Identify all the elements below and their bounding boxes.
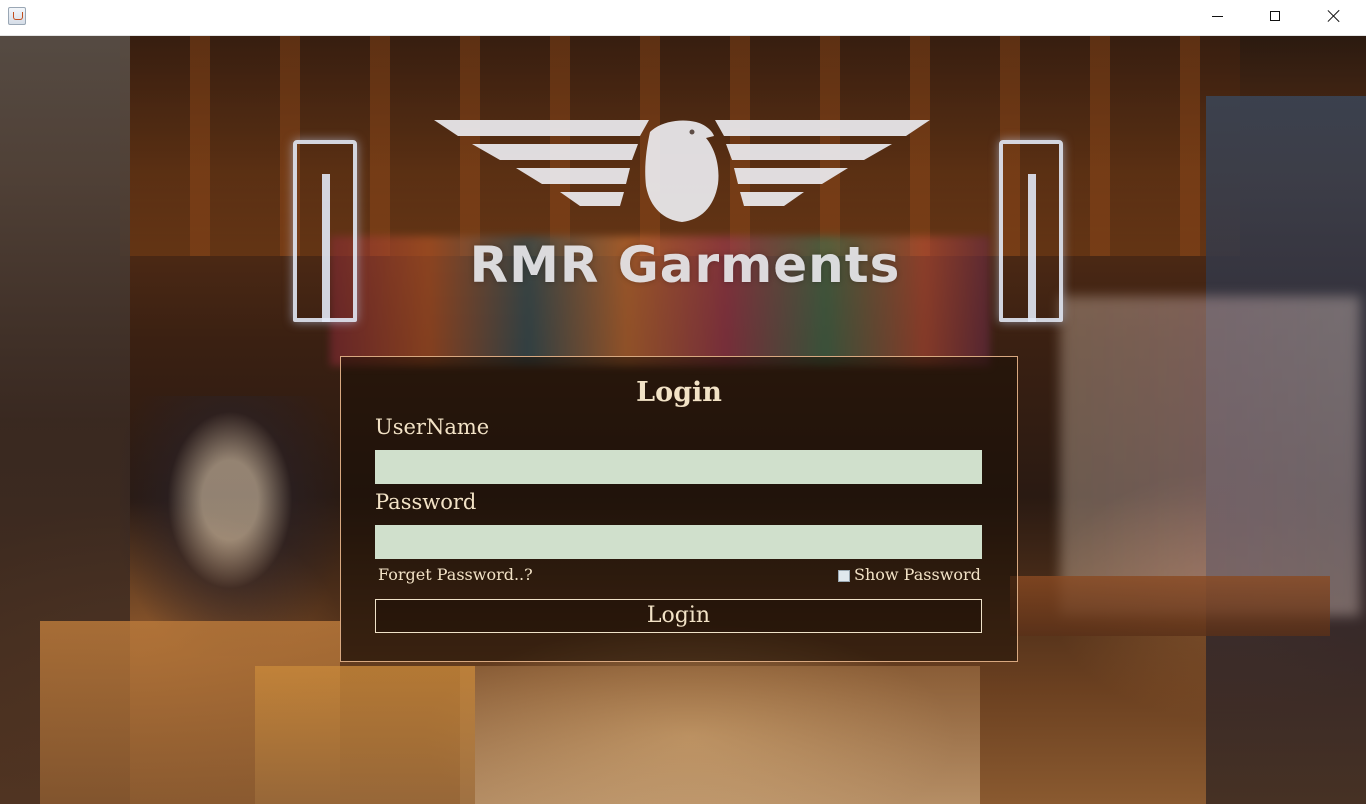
title-bar <box>0 0 1366 36</box>
minimize-icon <box>1212 16 1223 17</box>
login-title: Login <box>636 377 722 408</box>
username-label: UserName <box>375 415 490 439</box>
neon-pants-sign-left <box>293 140 357 322</box>
password-input[interactable] <box>375 525 982 559</box>
java-coffee-cup-icon <box>8 7 26 25</box>
eagle-wings-icon <box>434 120 930 222</box>
maximize-icon <box>1270 11 1280 21</box>
forget-password-link[interactable]: Forget Password..? <box>378 565 533 584</box>
store-background-image: RMR Garments Login UserName Password For… <box>0 36 1366 804</box>
maximize-button[interactable] <box>1247 0 1305 34</box>
login-button[interactable]: Login <box>375 599 982 633</box>
close-icon <box>1328 10 1340 22</box>
neon-pants-sign-right <box>999 140 1063 322</box>
login-panel: Login UserName Password Forget Password.… <box>340 356 1018 662</box>
show-password-checkbox[interactable] <box>838 569 850 582</box>
password-label: Password <box>375 490 477 514</box>
app-window: RMR Garments Login UserName Password For… <box>0 0 1366 804</box>
minimize-button[interactable] <box>1189 0 1247 34</box>
close-button[interactable] <box>1305 0 1363 34</box>
brand-name: RMR Garments <box>469 236 901 294</box>
show-password-label: Show Password <box>854 565 981 584</box>
username-input[interactable] <box>375 450 982 484</box>
show-password-toggle[interactable]: Show Password <box>838 565 981 584</box>
